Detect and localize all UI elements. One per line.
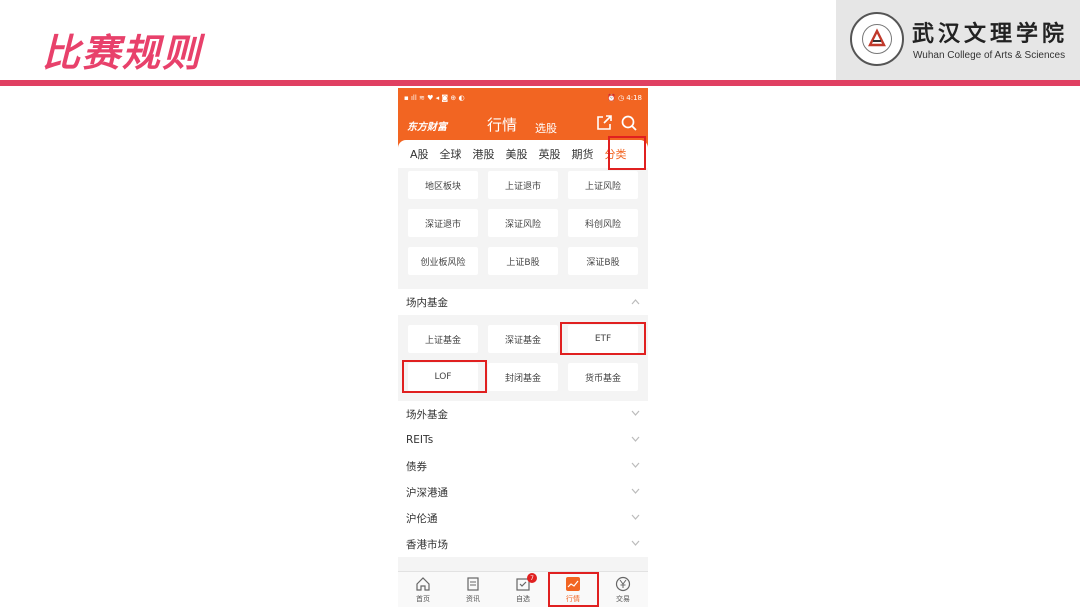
chevron-down-icon [631,514,640,520]
university-name-cn: 武汉文理学院 [912,21,1069,47]
section-connect[interactable]: 沪深港通 [398,479,648,505]
section-hk-market[interactable]: 香港市场 [398,531,648,557]
chevron-down-icon [631,488,640,494]
section-onexchange-funds[interactable]: 场内基金 [398,289,648,315]
section-reits[interactable]: REITs [398,427,648,453]
share-icon[interactable] [595,114,613,132]
watchlist-badge: 7 [527,573,537,583]
nav-news[interactable]: 资讯 [448,572,498,607]
slide-title: 比赛规则 [42,31,203,75]
fund-cell[interactable]: 深证基金 [488,325,558,353]
status-bar: ▪ ıll ≋ ♥ ◂ ◙ ⊕ ◐ ⏰ ◷ 4:18 [398,88,648,108]
board-cell[interactable]: 科创风险 [568,209,638,237]
search-icon[interactable] [620,114,638,132]
section-bonds[interactable]: 债券 [398,453,648,479]
tab-category[interactable]: 分类 [605,146,627,162]
fund-cell[interactable]: 封闭基金 [488,363,558,391]
chevron-up-icon [631,299,640,305]
tab-futures[interactable]: 期货 [572,146,594,162]
status-time: ⏰ ◷ 4:18 [607,94,642,102]
market-chart-icon [566,577,580,591]
fund-cell-lof[interactable]: LOF [408,363,478,391]
chevron-down-icon [631,436,640,442]
board-cell[interactable]: 深证风险 [488,209,558,237]
nav-watchlist[interactable]: 7 自选 [498,572,548,607]
tab-market[interactable]: 行情 [487,114,517,135]
app-bar: 东方财富 行情 选股 [398,108,648,140]
chevron-down-icon [631,540,640,546]
tab-global[interactable]: 全球 [440,146,462,162]
tab-uk-stocks[interactable]: 英股 [539,146,561,162]
fund-cell[interactable]: 上证基金 [408,325,478,353]
board-cell[interactable]: 上证风险 [568,171,638,199]
app-brand-logo: 东方财富 [407,122,447,133]
status-indicators: ▪ ıll ≋ ♥ ◂ ◙ ⊕ ◐ [404,94,465,102]
section-offexchange-funds[interactable]: 场外基金 [398,401,648,427]
board-grid: 地区板块 上证退市 上证风险 深证退市 深证风险 科创风险 创业板风险 上证B股… [398,168,648,275]
home-icon [416,577,430,591]
fund-cell[interactable]: 货币基金 [568,363,638,391]
section-title: 场内基金 [406,296,448,309]
board-cell[interactable]: 上证退市 [488,171,558,199]
market-category-tabs: A股 全球 港股 美股 英股 期货 分类 [398,136,648,170]
header-divider-bar [0,80,1080,86]
section-shanghai-london[interactable]: 沪伦通 [398,505,648,531]
chevron-down-icon [631,462,640,468]
nav-market[interactable]: 行情 [548,572,598,607]
university-seal-icon [850,12,904,66]
trade-yuan-icon [615,576,631,592]
bottom-navigation: 首页 资讯 7 自选 行情 交易 [398,571,648,607]
tab-hk-stocks[interactable]: 港股 [473,146,495,162]
tab-a-shares[interactable]: A股 [410,146,429,162]
tab-stock-picker[interactable]: 选股 [535,120,557,136]
board-cell[interactable]: 深证B股 [568,247,638,275]
board-cell[interactable]: 上证B股 [488,247,558,275]
fund-grid: 上证基金 深证基金 ETF LOF 封闭基金 货币基金 [398,315,648,393]
tab-us-stocks[interactable]: 美股 [506,146,528,162]
nav-home[interactable]: 首页 [398,572,448,607]
university-name-en: Wuhan College of Arts & Sciences [913,50,1066,61]
news-icon [467,577,479,591]
university-logo-panel: 武汉文理学院 Wuhan College of Arts & Sciences [836,0,1080,80]
nav-trade[interactable]: 交易 [598,572,648,607]
board-cell[interactable]: 创业板风险 [408,247,478,275]
fund-cell-etf[interactable]: ETF [568,325,638,353]
board-cell[interactable]: 地区板块 [408,171,478,199]
chevron-down-icon [631,410,640,416]
phone-screen: ▪ ıll ≋ ♥ ◂ ◙ ⊕ ◐ ⏰ ◷ 4:18 东方财富 行情 选股 A股… [398,88,648,607]
board-cell[interactable]: 深证退市 [408,209,478,237]
